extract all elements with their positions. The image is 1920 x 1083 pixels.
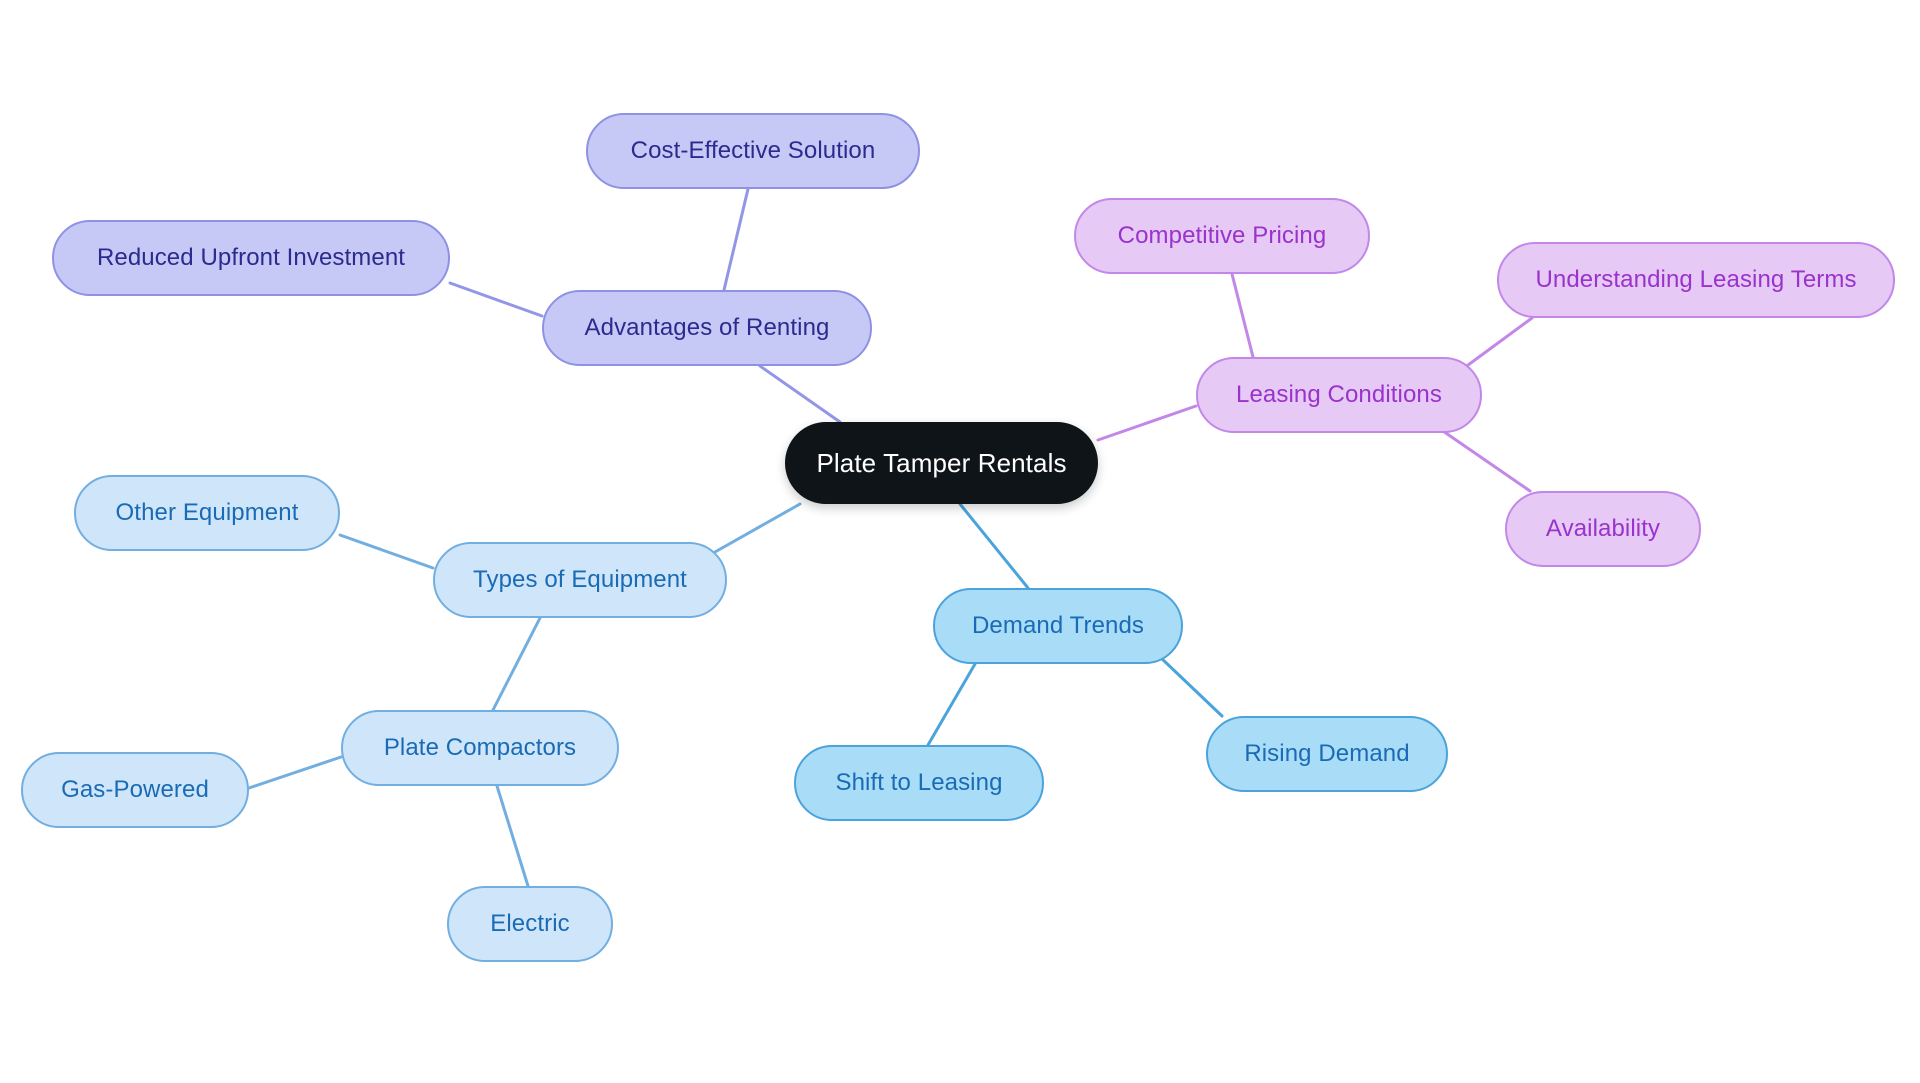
edge-adv-to-reduced bbox=[448, 281, 544, 318]
edge-root-to-leasing bbox=[1096, 404, 1198, 442]
mindmap-node-label: Plate Compactors bbox=[383, 734, 577, 761]
mindmap-node-terms[interactable]: Understanding Leasing Terms bbox=[1497, 242, 1895, 318]
edge-demand-to-shift bbox=[926, 662, 977, 747]
mindmap-node-cost[interactable]: Cost-Effective Solution bbox=[586, 113, 920, 189]
mindmap-node-label: Types of Equipment bbox=[473, 566, 687, 593]
edge-compactors-to-electric bbox=[495, 784, 530, 888]
mindmap-node-label: Demand Trends bbox=[971, 612, 1145, 639]
mindmap-canvas: Plate Tamper Rentals Advantages of Rentin… bbox=[0, 0, 1920, 1083]
mindmap-node-label: Cost-Effective Solution bbox=[630, 137, 876, 164]
mindmap-node-label: Plate Tamper Rentals bbox=[816, 448, 1067, 478]
mindmap-node-leasing[interactable]: Leasing Conditions bbox=[1196, 357, 1482, 433]
mindmap-node-gas[interactable]: Gas-Powered bbox=[21, 752, 249, 828]
mindmap-node-shift[interactable]: Shift to Leasing bbox=[794, 745, 1044, 821]
edge-compactors-to-gas bbox=[247, 755, 343, 790]
edge-types-to-other bbox=[338, 533, 435, 570]
mindmap-node-types[interactable]: Types of Equipment bbox=[433, 542, 727, 618]
mindmap-node-label: Other Equipment bbox=[115, 499, 299, 526]
mindmap-node-root[interactable]: Plate Tamper Rentals bbox=[785, 422, 1098, 504]
mindmap-node-compactors[interactable]: Plate Compactors bbox=[341, 710, 619, 786]
mindmap-node-label: Electric bbox=[490, 910, 570, 937]
edge-types-to-compactors bbox=[491, 616, 542, 712]
edge-root-to-adv bbox=[758, 364, 842, 424]
mindmap-node-label: Availability bbox=[1545, 515, 1661, 542]
edge-demand-to-rising bbox=[1158, 655, 1224, 718]
mindmap-node-label: Understanding Leasing Terms bbox=[1535, 266, 1857, 293]
edge-leasing-to-avail bbox=[1438, 427, 1532, 493]
mindmap-node-other[interactable]: Other Equipment bbox=[74, 475, 340, 551]
mindmap-node-demand[interactable]: Demand Trends bbox=[933, 588, 1183, 664]
edge-root-to-types bbox=[713, 502, 802, 554]
mindmap-node-adv[interactable]: Advantages of Renting bbox=[542, 290, 872, 366]
mindmap-node-electric[interactable]: Electric bbox=[447, 886, 613, 962]
mindmap-node-label: Shift to Leasing bbox=[835, 769, 1003, 796]
edge-root-to-demand bbox=[958, 502, 1030, 590]
mindmap-node-pricing[interactable]: Competitive Pricing bbox=[1074, 198, 1370, 274]
mindmap-node-label: Competitive Pricing bbox=[1117, 222, 1327, 249]
mindmap-node-label: Leasing Conditions bbox=[1236, 381, 1442, 408]
mindmap-node-label: Reduced Upfront Investment bbox=[96, 244, 406, 271]
mindmap-node-label: Advantages of Renting bbox=[584, 314, 830, 341]
mindmap-node-label: Gas-Powered bbox=[61, 776, 209, 803]
edge-leasing-to-terms bbox=[1462, 316, 1534, 370]
edge-adv-to-cost bbox=[722, 187, 750, 292]
edge-leasing-to-pricing bbox=[1230, 272, 1255, 359]
mindmap-node-label: Rising Demand bbox=[1244, 740, 1410, 767]
mindmap-node-reduced[interactable]: Reduced Upfront Investment bbox=[52, 220, 450, 296]
mindmap-node-rising[interactable]: Rising Demand bbox=[1206, 716, 1448, 792]
mindmap-node-avail[interactable]: Availability bbox=[1505, 491, 1701, 567]
